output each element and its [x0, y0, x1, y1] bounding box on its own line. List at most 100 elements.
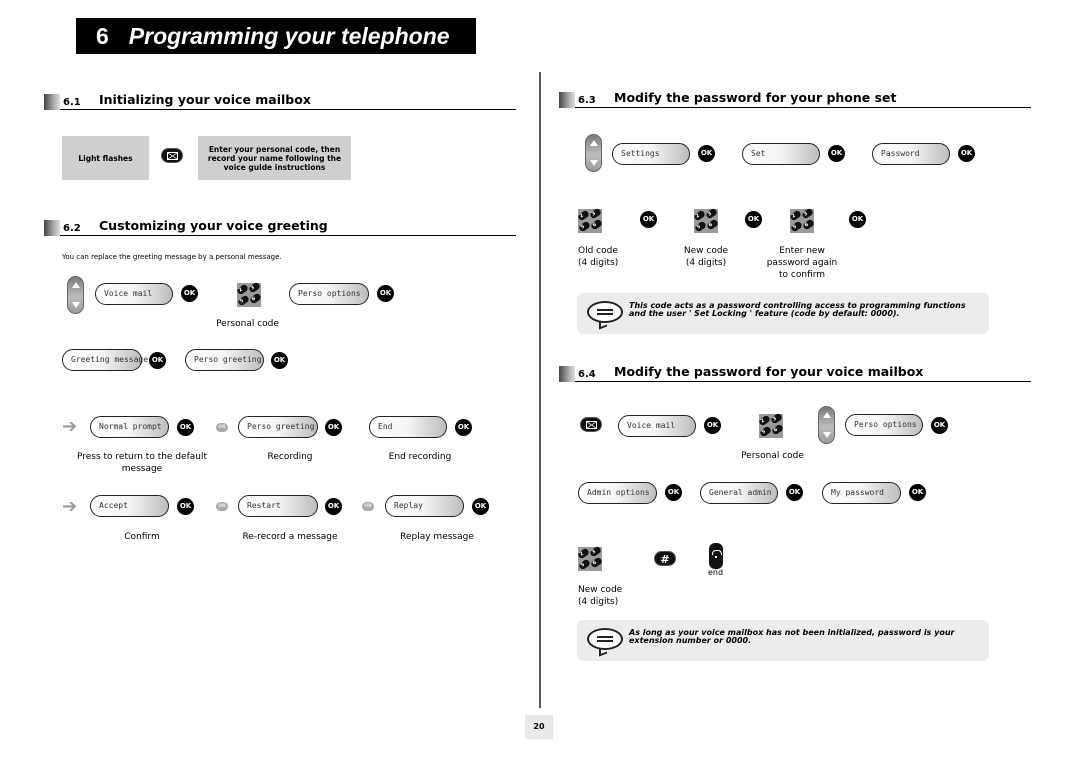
- lcd-settings[interactable]: Settings: [612, 143, 690, 165]
- key-3: 3: [800, 207, 815, 220]
- note-icon: [587, 301, 623, 323]
- lcd-greeting-message[interactable]: Greeting message: [62, 349, 148, 371]
- ok-button[interactable]: OK: [377, 285, 394, 302]
- section-header-6-3: 6.3 Modify the password for your phone s…: [559, 90, 1031, 108]
- section-title: Initializing your voice mailbox: [99, 92, 311, 107]
- lcd-voice-mail[interactable]: Voice mail: [618, 415, 696, 437]
- instructions-box: Enter your personal code, then record yo…: [198, 136, 351, 180]
- lcd-voice-mail[interactable]: Voice mail: [95, 283, 173, 305]
- note-text: This code acts as a password controlling…: [629, 301, 966, 318]
- keypad-icon: 2 3 5 6: [692, 207, 720, 233]
- navigator-key-icon[interactable]: [67, 276, 84, 314]
- lcd-accept[interactable]: Accept: [90, 495, 169, 517]
- hash-key-icon[interactable]: #: [654, 551, 676, 566]
- lcd-admin-options[interactable]: Admin options: [578, 482, 657, 504]
- ok-button[interactable]: OK: [455, 419, 472, 436]
- chapter-number: 6: [96, 23, 109, 49]
- key-2: 2: [235, 283, 250, 296]
- caption-old-code: Old code (4 digits): [578, 246, 619, 268]
- section-title: Modify the password for your phone set: [614, 90, 897, 105]
- key-2: 2: [757, 414, 772, 427]
- lcd-replay[interactable]: Replay: [385, 495, 464, 517]
- key-6: 6: [705, 218, 720, 231]
- ok-button[interactable]: OK: [958, 145, 975, 162]
- envelope-icon: [586, 421, 597, 429]
- lcd-general-admin[interactable]: General admin: [700, 482, 778, 504]
- ok-button[interactable]: OK: [177, 419, 194, 436]
- ok-button[interactable]: OK: [177, 498, 194, 515]
- ok-button[interactable]: OK: [909, 484, 926, 501]
- or-badge: OR: [362, 502, 374, 511]
- ok-button[interactable]: OK: [704, 417, 721, 434]
- key-3: 3: [247, 281, 262, 294]
- keypad-icon: 2 3 5 6: [757, 412, 785, 438]
- note-icon: [587, 628, 623, 650]
- navigator-key-icon[interactable]: [818, 406, 835, 444]
- ok-button[interactable]: OK: [828, 145, 845, 162]
- mail-key-icon[interactable]: [580, 417, 602, 432]
- lcd-set[interactable]: Set: [742, 143, 820, 165]
- caption-confirm: Confirm: [124, 532, 160, 542]
- lcd-perso-greeting-record[interactable]: Perso greeting: [238, 416, 318, 438]
- section-title: Customizing your voice greeting: [99, 218, 328, 233]
- ok-button[interactable]: OK: [698, 145, 715, 162]
- key-3: 3: [588, 207, 603, 220]
- section-marker: [559, 92, 575, 108]
- ok-button[interactable]: OK: [181, 285, 198, 302]
- section-number: 6.1: [63, 97, 81, 108]
- end-call-key-icon[interactable]: [709, 543, 723, 569]
- note-box: This code acts as a password controlling…: [577, 293, 989, 334]
- ok-button[interactable]: OK: [325, 419, 342, 436]
- caption-recording: Recording: [267, 452, 313, 462]
- caption-rerecord: Re-record a message: [242, 532, 338, 542]
- box-text: Light flashes: [78, 153, 133, 163]
- or-badge: OR: [216, 502, 228, 511]
- lcd-perso-options[interactable]: Perso options: [289, 283, 369, 305]
- ok-button[interactable]: OK: [849, 211, 866, 228]
- caption-new-code: New code (4 digits): [683, 246, 729, 268]
- lcd-my-password[interactable]: My password: [822, 482, 901, 504]
- section-marker: [44, 220, 60, 236]
- key-6: 6: [589, 556, 604, 569]
- chapter-title: Programming your telephone: [128, 23, 450, 49]
- navigator-key-icon[interactable]: [585, 134, 602, 172]
- keypad-icon: 2 3 5 6: [788, 207, 816, 233]
- personal-code-caption: Personal code: [741, 451, 804, 461]
- key-3: 3: [769, 412, 784, 425]
- arrow-right-icon: ➔: [62, 496, 78, 517]
- key-5: 5: [789, 220, 804, 233]
- section-header-6-4: 6.4 Modify the password for your voice m…: [559, 364, 1031, 382]
- intro-text: You can replace the greeting message by …: [62, 253, 282, 261]
- arrow-right-icon: ➔: [62, 416, 78, 437]
- caption-new-code: New code (4 digits): [578, 585, 623, 607]
- ok-button[interactable]: OK: [325, 498, 342, 515]
- ok-button[interactable]: OK: [931, 417, 948, 434]
- light-flashes-box: Light flashes: [62, 136, 149, 180]
- section-marker: [44, 94, 60, 110]
- section-header-6-1: 6.1 Initializing your voice mailbox: [44, 92, 516, 110]
- lcd-end[interactable]: End: [369, 416, 447, 438]
- lcd-normal-prompt[interactable]: Normal prompt: [90, 416, 169, 438]
- ok-button[interactable]: OK: [149, 352, 166, 369]
- lcd-restart[interactable]: Restart: [238, 495, 318, 517]
- key-2: 2: [692, 209, 707, 222]
- or-badge: OR: [216, 423, 228, 432]
- lcd-perso-options[interactable]: Perso options: [845, 414, 923, 436]
- lcd-perso-greeting[interactable]: Perso greeting: [185, 349, 264, 371]
- ok-button[interactable]: OK: [665, 484, 682, 501]
- section-marker: [559, 366, 575, 382]
- ok-button[interactable]: OK: [472, 498, 489, 515]
- section-number: 6.4: [578, 369, 596, 380]
- key-5: 5: [693, 220, 708, 233]
- ok-button[interactable]: OK: [271, 352, 288, 369]
- keypad-icon: 2 3 5 6: [235, 281, 263, 307]
- key-5: 5: [236, 294, 251, 307]
- ok-button[interactable]: OK: [745, 211, 762, 228]
- section-header-6-2: 6.2 Customizing your voice greeting: [44, 218, 516, 236]
- lcd-password[interactable]: Password: [872, 143, 950, 165]
- ok-button[interactable]: OK: [786, 484, 803, 501]
- envelope-icon: [167, 152, 178, 160]
- ok-button[interactable]: OK: [640, 211, 657, 228]
- note-box: As long as your voice mailbox has not be…: [577, 620, 989, 661]
- mail-key-icon[interactable]: [161, 148, 183, 163]
